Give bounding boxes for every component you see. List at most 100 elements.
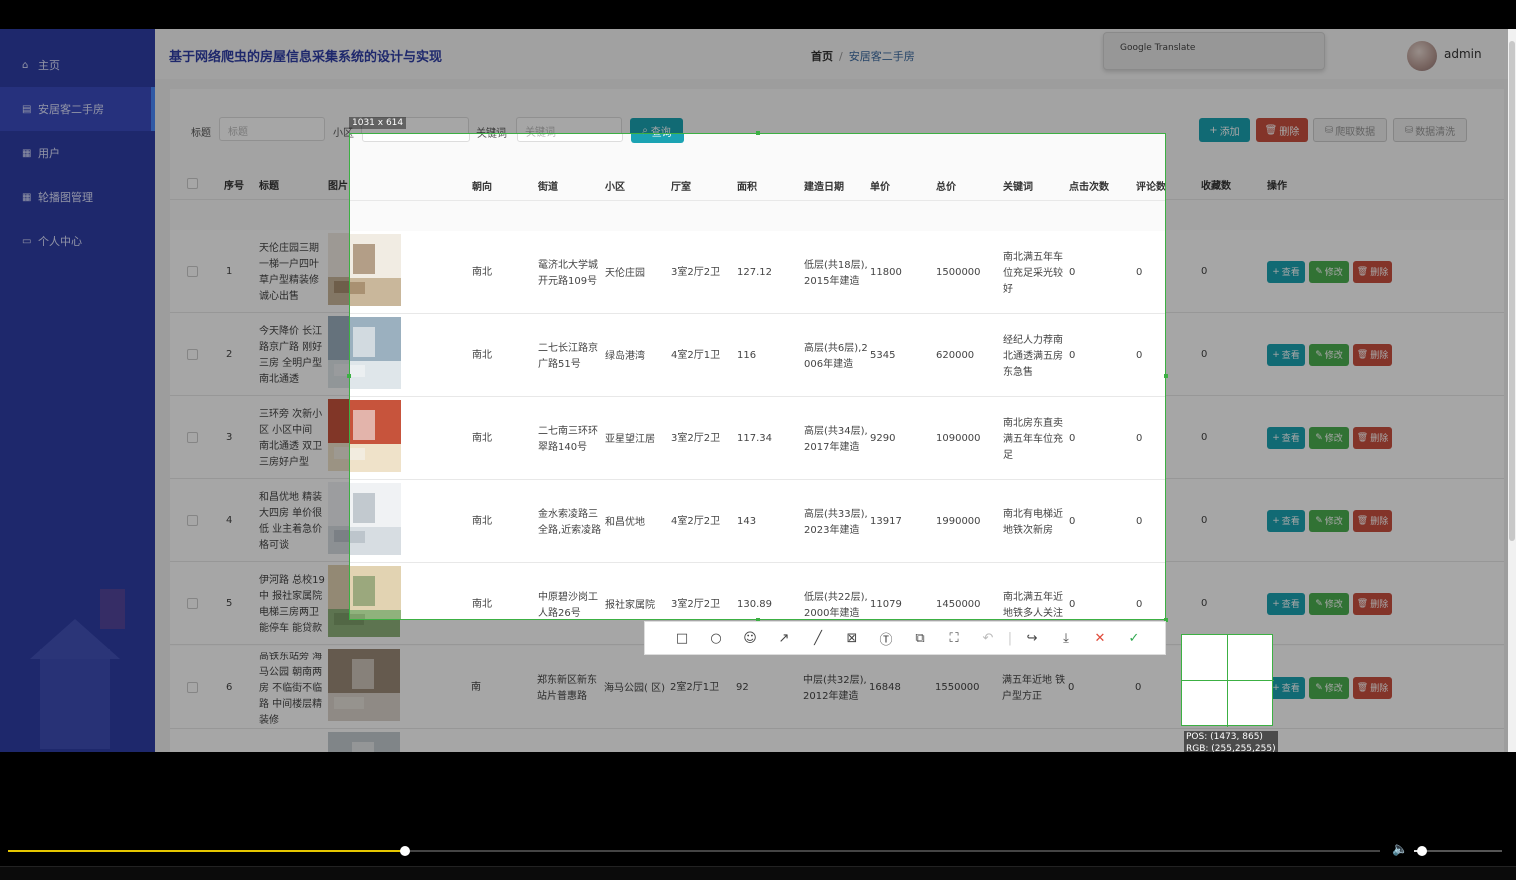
cell-rooms: 4室2厅1卫 <box>671 349 721 361</box>
col-total-in-selection[interactable]: 总价 <box>936 178 956 193</box>
volume-icon[interactable]: 🔈 <box>1392 842 1408 857</box>
row-view-button[interactable]: + 查看 <box>1267 509 1305 532</box>
col-unit-price-in-selection[interactable]: 单价 <box>870 178 890 193</box>
clean-data-button[interactable]: ⛁ 数据清洗 <box>1393 118 1467 142</box>
col-keywords-in-selection[interactable]: 关键词 <box>1003 178 1033 193</box>
row-checkbox[interactable] <box>187 682 198 693</box>
arrow-tool-icon[interactable]: ↗ <box>767 625 801 651</box>
row-delete-button[interactable]: 🗑 删除 <box>1353 676 1392 699</box>
community-filter-input-in-selection[interactable] <box>362 134 470 142</box>
volume-slider[interactable] <box>1414 850 1502 852</box>
row-edit-button[interactable]: ✎ 修改 <box>1309 260 1349 283</box>
row-delete-button[interactable]: 🗑 删除 <box>1353 343 1392 366</box>
col-title[interactable]: 标题 <box>259 177 279 192</box>
sidebar-item-home[interactable]: ⌂ 主页 <box>0 43 155 87</box>
cell-community: 海马公园( 区) <box>604 682 665 694</box>
capture-selection[interactable]: 标题小区关键词标题关键词 ⌕查询 +添加🗑删除⛁爬取数据⛁数据清洗序号标题图片朝… <box>349 133 1166 620</box>
row-view-label: 查看 <box>1281 434 1300 444</box>
house-photo[interactable] <box>349 234 401 306</box>
share-icon[interactable]: ↪ <box>1015 625 1049 651</box>
col-orientation-in-selection[interactable]: 朝向 <box>472 178 492 193</box>
ellipse-tool-icon[interactable]: ○ <box>699 625 733 651</box>
row-checkbox[interactable] <box>187 266 198 277</box>
add-button[interactable]: + 添加 <box>1199 118 1250 142</box>
ocr-tool-icon[interactable]: ⛶ <box>937 625 971 651</box>
house-photo[interactable] <box>349 400 401 472</box>
row-checkbox[interactable] <box>187 432 198 443</box>
row-view-button[interactable]: + 查看 <box>1267 260 1305 283</box>
house-photo[interactable] <box>328 649 400 721</box>
mosaic-tool-icon[interactable]: ⊠ <box>835 625 869 651</box>
row-edit-button[interactable]: ✎ 修改 <box>1309 676 1349 699</box>
save-icon[interactable]: ⤓ <box>1049 625 1083 651</box>
row-delete-button[interactable]: 🗑 删除 <box>1353 509 1392 532</box>
cell-favs: 0 <box>1201 265 1208 277</box>
plus-icon: + <box>1272 682 1280 693</box>
row-checkbox[interactable] <box>187 515 198 526</box>
undo-icon[interactable]: ↶ <box>971 625 1005 651</box>
edit-icon: ✎ <box>1315 515 1323 526</box>
col-comments-in-selection[interactable]: 评论数 <box>1136 178 1165 193</box>
pin-tool-icon[interactable]: ⧉ <box>903 625 937 651</box>
volume-knob[interactable] <box>1416 846 1427 856</box>
row-view-button[interactable]: + 查看 <box>1267 592 1305 615</box>
col-clicks-in-selection[interactable]: 点击次数 <box>1069 178 1109 193</box>
row-checkbox[interactable] <box>187 349 198 360</box>
row-view-button[interactable]: + 查看 <box>1267 343 1305 366</box>
house-photo[interactable] <box>349 566 401 620</box>
google-translate-popup[interactable]: Google Translate <box>1103 32 1325 70</box>
row-view-button[interactable]: + 查看 <box>1267 426 1305 449</box>
title-filter-input[interactable]: 标题 <box>219 117 325 141</box>
search-button-in-selection[interactable]: ⌕查询 <box>631 134 684 143</box>
resize-handle[interactable] <box>756 131 760 135</box>
sidebar-item-anjuke[interactable]: ▤ 安居客二手房 <box>0 87 155 131</box>
resize-handle[interactable] <box>1164 374 1168 378</box>
row-delete-button[interactable]: 🗑 删除 <box>1353 592 1392 615</box>
seek-knob[interactable] <box>399 846 410 856</box>
cell-unit-price: 11800 <box>870 266 902 278</box>
confirm-icon[interactable]: ✓ <box>1117 625 1151 651</box>
col-community-in-selection[interactable]: 小区 <box>605 178 625 193</box>
page-scrollbar[interactable] <box>1508 29 1516 752</box>
seek-bar[interactable] <box>8 850 1380 852</box>
house-photo[interactable] <box>349 317 401 389</box>
cell-keywords: 南北有电梯近 地铁次新房 <box>1003 508 1063 536</box>
screen: ⌂ 主页 ▤ 安居客二手房 ▦ 用户 ▦ 轮播图管理 ▭ 个人中心 基于网络爬虫… <box>0 0 1516 880</box>
crawl-data-button[interactable]: ⛁ 爬取数据 <box>1313 118 1387 142</box>
resize-handle[interactable] <box>347 374 351 378</box>
trash-icon: 🗑 <box>1356 682 1369 693</box>
col-rooms-in-selection[interactable]: 厅室 <box>671 178 691 193</box>
row-checkbox[interactable] <box>187 598 198 609</box>
sidebar-item-users[interactable]: ▦ 用户 <box>0 131 155 175</box>
emoji-tool-icon[interactable]: ☺ <box>733 625 767 651</box>
select-all-checkbox[interactable] <box>187 178 198 189</box>
cell-orient: 南北 <box>472 349 492 361</box>
breadcrumb-home[interactable]: 首页 <box>811 50 833 63</box>
col-area-in-selection[interactable]: 面积 <box>737 178 757 193</box>
edit-icon: ✎ <box>1315 349 1323 360</box>
house-photo[interactable] <box>349 483 401 555</box>
row-edit-button[interactable]: ✎ 修改 <box>1309 426 1349 449</box>
delete-button[interactable]: 🗑 删除 <box>1256 118 1308 142</box>
keyword-filter-input-in-selection[interactable]: 关键词 <box>517 134 623 142</box>
text-tool-icon[interactable]: Ⓣ <box>869 625 903 651</box>
row-edit-button[interactable]: ✎ 修改 <box>1309 592 1349 615</box>
col-built-in-selection[interactable]: 建造日期 <box>804 178 844 193</box>
rectangle-tool-icon[interactable]: □ <box>665 625 699 651</box>
house-photo[interactable] <box>328 732 400 752</box>
sidebar-item-carousel[interactable]: ▦ 轮播图管理 <box>0 175 155 219</box>
row-edit-button[interactable]: ✎ 修改 <box>1309 509 1349 532</box>
col-no[interactable]: 序号 <box>224 177 244 192</box>
username[interactable]: admin <box>1444 47 1482 61</box>
cell-rooms: 3室2厅2卫 <box>671 266 721 278</box>
line-tool-icon[interactable]: ╱ <box>801 625 835 651</box>
col-favs[interactable]: 收藏数 <box>1201 177 1231 192</box>
col-street-in-selection[interactable]: 街道 <box>538 178 558 193</box>
row-edit-button[interactable]: ✎ 修改 <box>1309 343 1349 366</box>
cancel-icon[interactable]: ✕ <box>1083 625 1117 651</box>
row-delete-button[interactable]: 🗑 删除 <box>1353 426 1392 449</box>
avatar[interactable] <box>1407 41 1437 71</box>
sidebar-item-profile[interactable]: ▭ 个人中心 <box>0 219 155 263</box>
crawl-data-label: 爬取数据 <box>1335 126 1376 138</box>
row-delete-button[interactable]: 🗑 删除 <box>1353 260 1392 283</box>
